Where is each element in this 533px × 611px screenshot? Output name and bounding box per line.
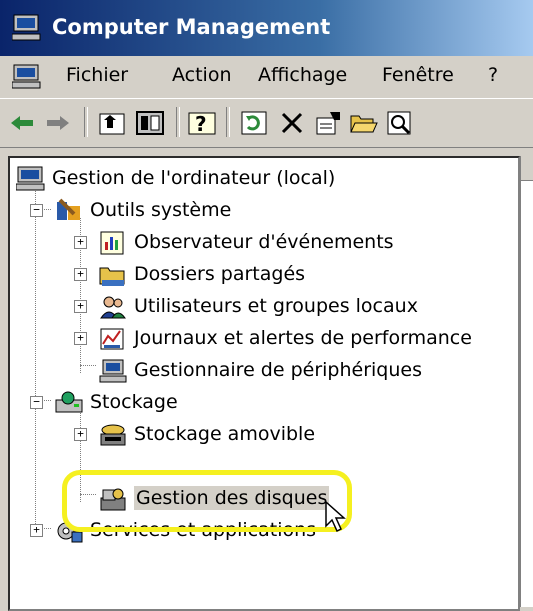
refresh-icon[interactable] <box>238 107 270 139</box>
delete-icon[interactable] <box>276 107 308 139</box>
device-manager-icon <box>98 358 128 384</box>
expand-toggle[interactable]: + <box>74 332 87 345</box>
expand-toggle[interactable]: + <box>74 428 87 441</box>
system-tools-icon <box>54 198 84 224</box>
svg-text:?: ? <box>195 112 207 136</box>
toolbar: ? <box>0 98 533 148</box>
menu-action[interactable]: Action <box>172 64 232 86</box>
expand-toggle[interactable]: + <box>74 236 87 249</box>
details-pane-edge <box>520 156 533 607</box>
expand-toggle[interactable]: + <box>30 524 43 537</box>
collapse-toggle[interactable]: − <box>30 396 43 409</box>
collapse-toggle[interactable]: − <box>30 204 43 217</box>
toolbar-separator <box>226 107 230 137</box>
performance-logs-icon <box>98 326 128 352</box>
back-arrow-icon[interactable] <box>6 107 38 139</box>
toolbar-separator <box>176 107 180 137</box>
computer-icon <box>15 166 46 192</box>
mouse-cursor-icon <box>324 500 348 539</box>
up-folder-icon[interactable] <box>96 107 128 139</box>
users-icon <box>98 294 128 320</box>
menu-fichier[interactable]: Fichier <box>66 64 128 86</box>
menu-bar: Fichier Action Affichage Fenêtre ? <box>0 56 533 96</box>
expand-toggle[interactable]: + <box>74 268 87 281</box>
properties-icon[interactable] <box>312 107 344 139</box>
tree-line <box>80 365 96 366</box>
title-bar: Computer Management <box>0 0 533 56</box>
computer-management-icon <box>11 14 42 47</box>
shared-folder-icon <box>98 262 128 288</box>
storage-icon <box>54 390 84 416</box>
removable-storage-icon <box>98 422 128 448</box>
search-icon[interactable] <box>384 107 416 139</box>
window-title: Computer Management <box>52 15 331 39</box>
show-hide-tree-icon[interactable] <box>134 107 166 139</box>
system-menu-icon[interactable] <box>11 64 42 95</box>
menu-affichage[interactable]: Affichage <box>258 64 347 86</box>
column-header[interactable] <box>521 156 533 181</box>
menu-help[interactable]: ? <box>488 64 498 86</box>
menu-fenetre[interactable]: Fenêtre <box>382 64 454 86</box>
toolbar-separator <box>84 107 88 137</box>
tree-view[interactable]: Gestion de l'ordinateur (local) − Outils… <box>8 156 520 611</box>
highlight-ring <box>62 470 352 532</box>
help-icon[interactable]: ? <box>186 107 218 139</box>
expand-toggle[interactable]: + <box>74 300 87 313</box>
forward-arrow-icon[interactable] <box>42 107 74 139</box>
tree-line <box>35 188 36 528</box>
open-folder-icon[interactable] <box>348 107 380 139</box>
event-viewer-icon <box>98 230 128 256</box>
